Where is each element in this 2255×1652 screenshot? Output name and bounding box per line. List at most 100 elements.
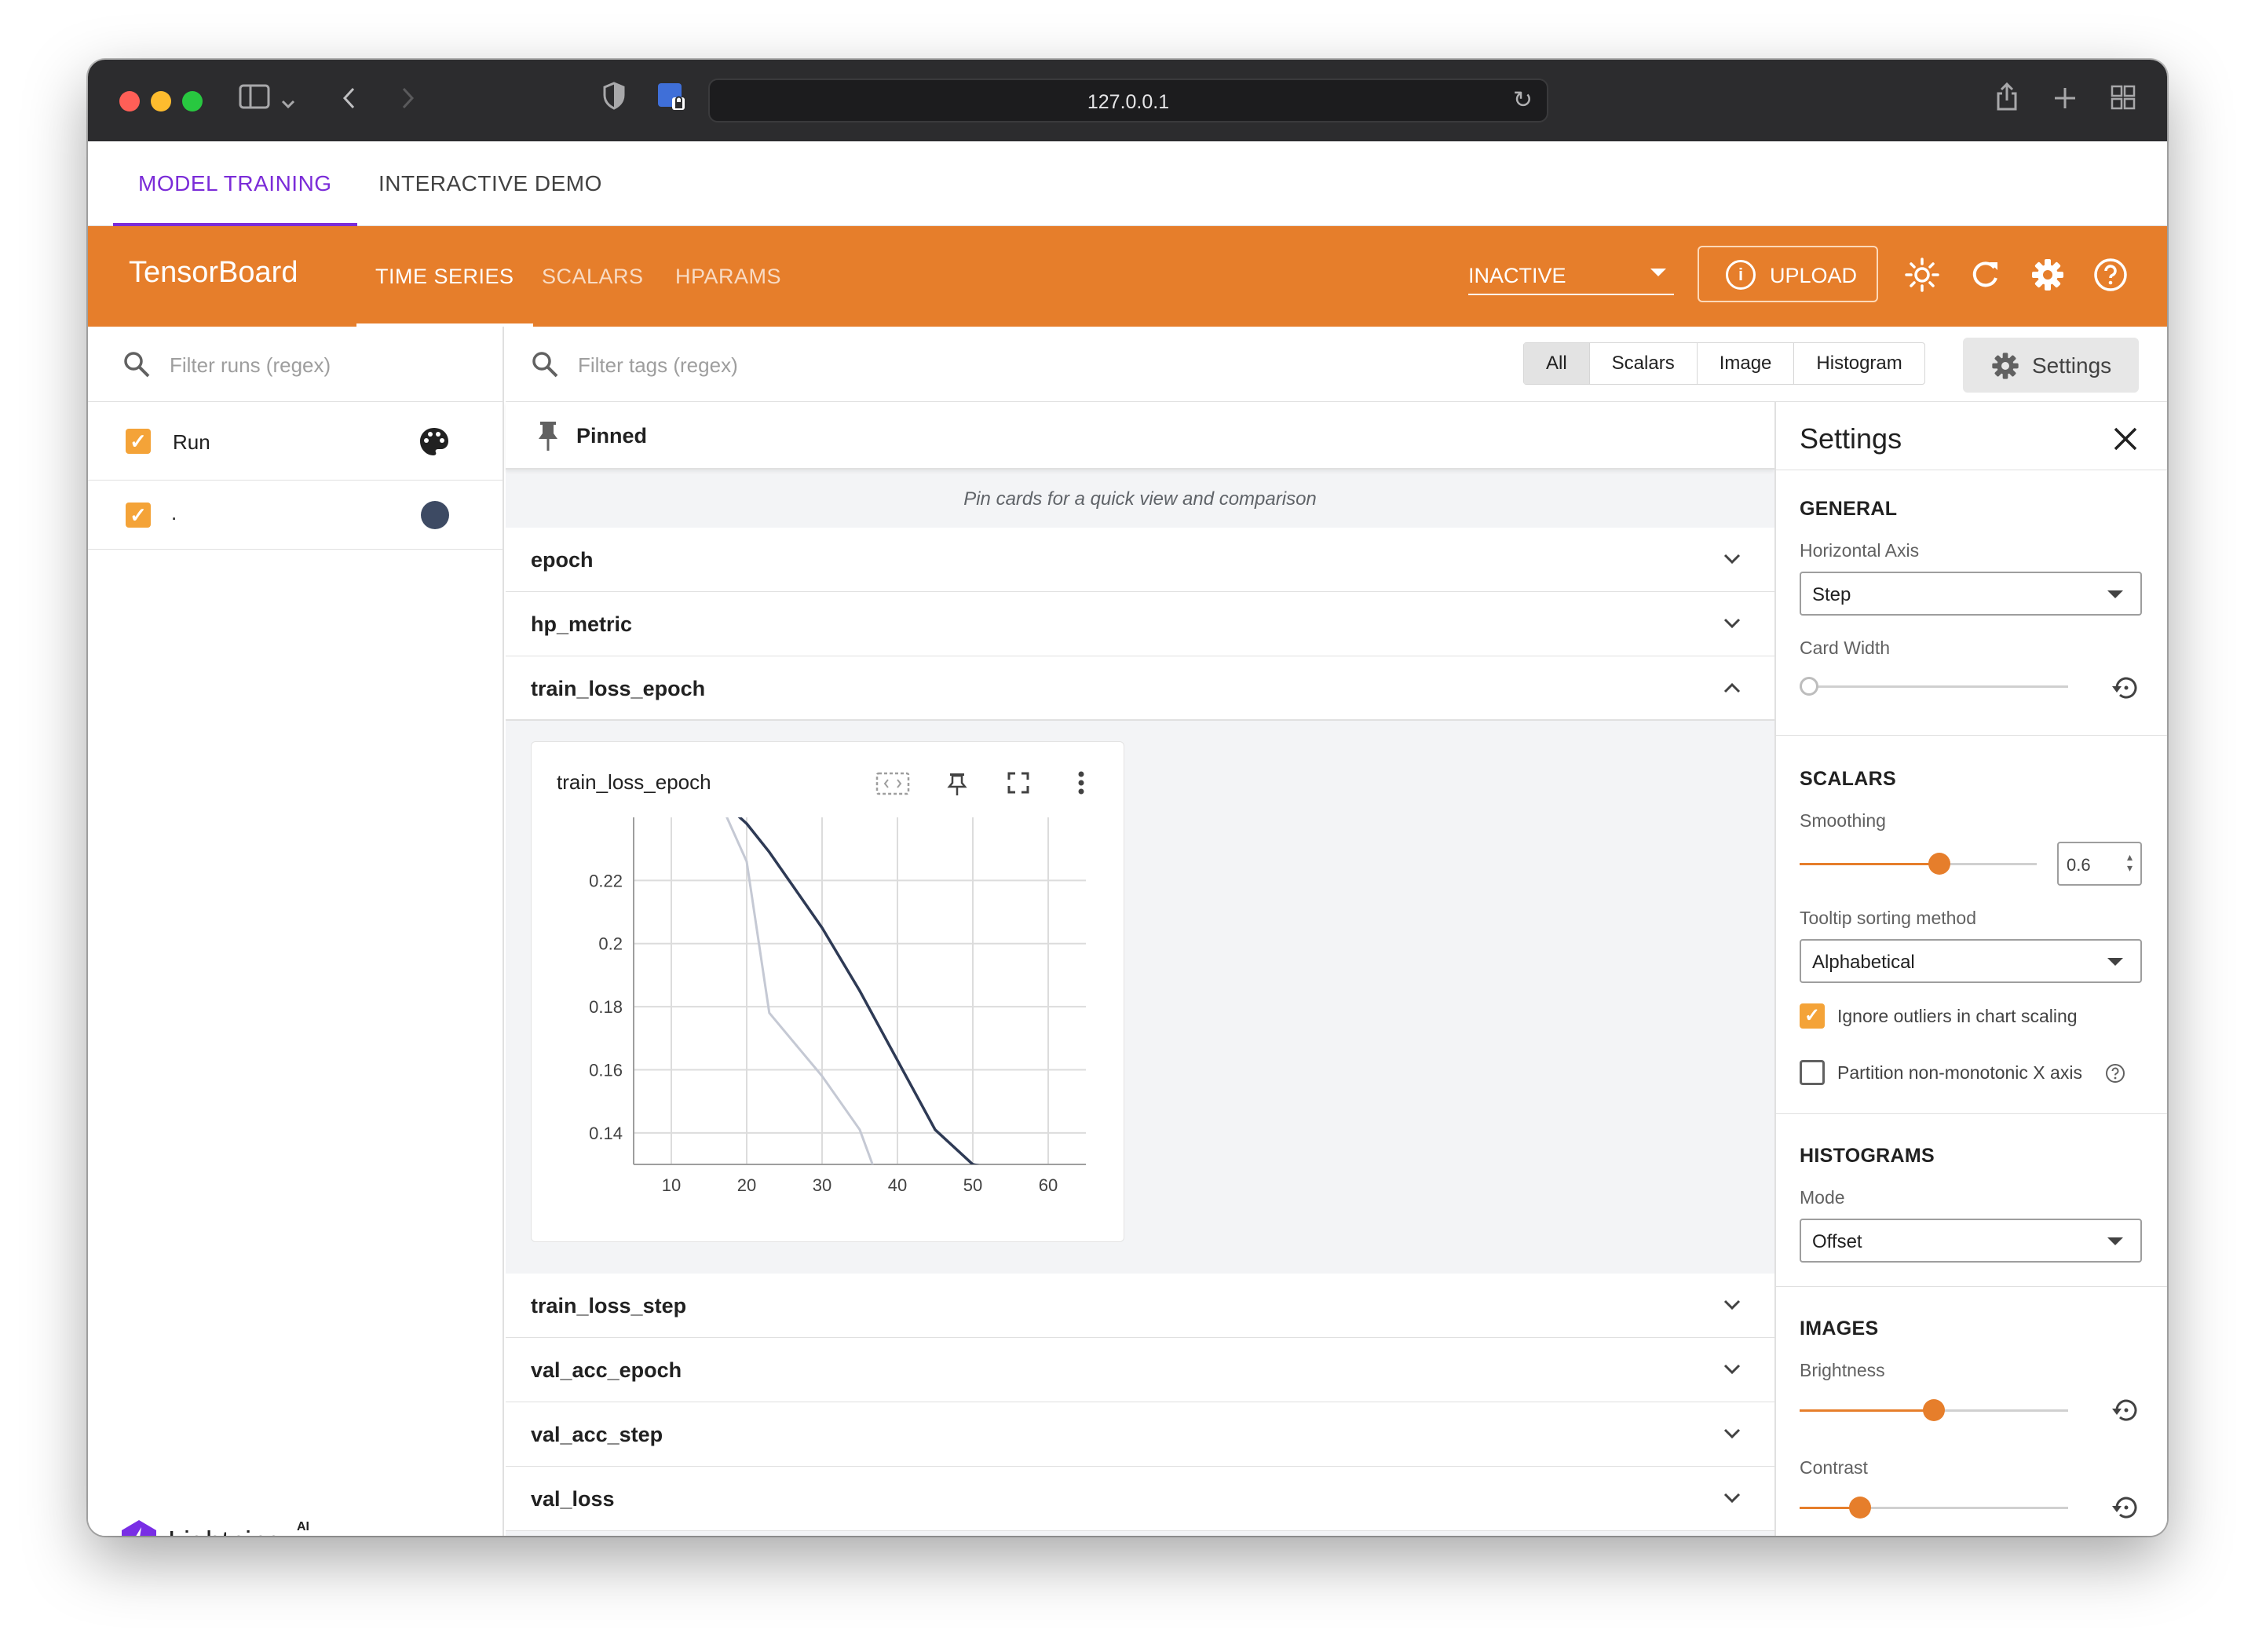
settings-title: Settings [1800, 422, 1902, 455]
series-line-raw [725, 817, 874, 1164]
tags-filter-input[interactable]: Filter tags (regex) [578, 353, 738, 378]
new-tab-icon[interactable] [2049, 82, 2081, 119]
histogram-mode-select[interactable]: Offset [1800, 1219, 2142, 1263]
y-tick-label: 0.2 [598, 934, 623, 954]
filter-histogram[interactable]: Histogram [1794, 343, 1924, 384]
tag-group-train-loss-epoch[interactable]: train_loss_epoch [506, 656, 1774, 721]
minimize-window-button[interactable] [151, 91, 171, 111]
card-width-label: Card Width [1800, 638, 1891, 658]
caret-down-icon [2107, 590, 2123, 598]
tag-group-val-acc-epoch[interactable]: val_acc_epoch [506, 1338, 1774, 1402]
tab-overview-icon[interactable] [2107, 82, 2139, 119]
slider-thumb[interactable] [1800, 677, 1818, 696]
contrast-slider[interactable] [1800, 1492, 2068, 1523]
tab-scalars[interactable]: SCALARS [542, 226, 644, 327]
filter-all[interactable]: All [1524, 343, 1590, 384]
chevron-down-icon[interactable] [276, 82, 300, 119]
ignore-outliers-label: Ignore outliers in chart scaling [1837, 1006, 2078, 1026]
pinned-section-header: Pinned [506, 402, 1774, 470]
close-window-button[interactable] [119, 91, 140, 111]
partition-checkbox[interactable] [1800, 1060, 1825, 1085]
horizontal-axis-label: Horizontal Axis [1800, 540, 1920, 561]
reset-icon[interactable] [2109, 1393, 2144, 1427]
run-row[interactable]: ✓ Run [88, 402, 503, 481]
runs-filter[interactable]: Filter runs (regex) [88, 327, 503, 402]
histograms-heading: HISTOGRAMS [1800, 1145, 1935, 1167]
tab-time-series[interactable]: TIME SERIES [356, 226, 532, 327]
horizontal-axis-value: Step [1812, 584, 1851, 605]
ignore-outliers-option[interactable]: ✓ Ignore outliers in chart scaling [1800, 1002, 2145, 1030]
help-icon[interactable] [2090, 256, 2131, 297]
upload-button[interactable]: i UPLOAD [1698, 246, 1878, 302]
tensorboard-toolbar: TensorBoard TIME SERIES SCALARS HPARAMS … [88, 226, 2167, 327]
back-icon[interactable] [338, 82, 361, 119]
tab-interactive-demo[interactable]: INTERACTIVE DEMO [378, 141, 602, 226]
general-heading: GENERAL [1800, 498, 1898, 520]
spinner-arrows-icon[interactable]: ▴ ▾ [2127, 851, 2133, 873]
filter-image[interactable]: Image [1698, 343, 1795, 384]
tag-group-epoch[interactable]: epoch [506, 528, 1774, 592]
reset-icon[interactable] [2109, 671, 2144, 705]
tag-group-name: train_loss_step [531, 1294, 687, 1318]
tag-group-name: val_acc_step [531, 1423, 663, 1446]
reset-icon[interactable] [2109, 1490, 2144, 1525]
slider-track [1800, 685, 2068, 688]
reload-icon[interactable]: ↻ [1513, 86, 1533, 114]
main-area: Filter tags (regex) All Scalars Image Hi… [506, 327, 2167, 1536]
tag-group-val-loss[interactable]: val_loss [506, 1467, 1774, 1531]
run-color-swatch[interactable] [421, 501, 449, 529]
gear-icon [1992, 353, 2019, 379]
tag-group-train-loss-step[interactable]: train_loss_step [506, 1274, 1774, 1338]
tag-group-name: epoch [531, 548, 594, 572]
brightness-slider[interactable] [1800, 1394, 2068, 1426]
divider [1776, 735, 2167, 736]
help-icon[interactable] [2104, 1062, 2126, 1084]
slider-fill [1800, 863, 1939, 865]
shield-icon[interactable] [598, 82, 630, 119]
horizontal-axis-select[interactable]: Step [1800, 572, 2142, 616]
settings-panel: Settings GENERAL Horizontal Axis Step Ca… [1774, 402, 2167, 1536]
run-row[interactable]: ✓ . [88, 481, 503, 550]
tooltip-sort-select[interactable]: Alphabetical [1800, 939, 2142, 983]
line-chart[interactable]: 10 20 30 40 50 60 0.14 0.16 0.18 0.2 0.22 [532, 742, 1125, 1243]
theme-toggle-icon[interactable] [1902, 256, 1943, 297]
partition-label: Partition non-monotonic X axis [1837, 1062, 2082, 1083]
tab-model-training[interactable]: MODEL TRAINING [113, 141, 357, 226]
forward-icon[interactable] [396, 82, 419, 119]
tab-hparams[interactable]: HPARAMS [675, 226, 781, 327]
partition-option[interactable]: Partition non-monotonic X axis [1800, 1058, 2145, 1087]
address-bar[interactable]: 127.0.0.1 ↻ [708, 79, 1548, 122]
slider-thumb[interactable] [1923, 1399, 1945, 1421]
tags-filter-bar: Filter tags (regex) All Scalars Image Hi… [506, 327, 2167, 402]
run-checkbox[interactable]: ✓ [126, 429, 151, 454]
filter-scalars[interactable]: Scalars [1590, 343, 1698, 384]
histogram-mode-value: Offset [1812, 1231, 1862, 1252]
smoothing-slider[interactable] [1800, 848, 2037, 879]
divider [1776, 1113, 2167, 1114]
refresh-icon[interactable] [1964, 256, 2005, 297]
card-width-slider[interactable] [1800, 671, 2068, 702]
palette-icon[interactable] [418, 426, 451, 459]
settings-button[interactable]: Settings [1963, 338, 2139, 393]
scalars-heading: SCALARS [1800, 768, 1896, 790]
close-icon[interactable] [2112, 426, 2139, 452]
plugin-status-select[interactable]: INACTIVE [1468, 258, 1674, 295]
smoothing-value: 0.6 [2067, 855, 2091, 875]
extension-icon[interactable] [655, 82, 689, 119]
chevron-down-icon [1723, 1428, 1741, 1439]
ignore-outliers-checkbox[interactable]: ✓ [1800, 1003, 1825, 1029]
sidebar-toggle-icon[interactable] [237, 82, 272, 119]
tag-group-val-acc-step[interactable]: val_acc_step [506, 1402, 1774, 1467]
slider-thumb[interactable] [1849, 1497, 1871, 1519]
tag-group-hp-metric[interactable]: hp_metric [506, 592, 1774, 656]
chevron-down-icon [1723, 1364, 1741, 1375]
slider-thumb[interactable] [1928, 853, 1950, 875]
gear-icon[interactable] [2027, 256, 2068, 297]
run-checkbox[interactable]: ✓ [126, 503, 151, 528]
share-icon[interactable] [1991, 82, 2023, 119]
chevron-down-icon [1723, 1493, 1741, 1504]
zoom-window-button[interactable] [182, 91, 203, 111]
pinned-label: Pinned [576, 424, 648, 448]
x-tick-label: 60 [1039, 1175, 1058, 1195]
smoothing-input[interactable]: 0.6 ▴ ▾ [2057, 842, 2142, 886]
